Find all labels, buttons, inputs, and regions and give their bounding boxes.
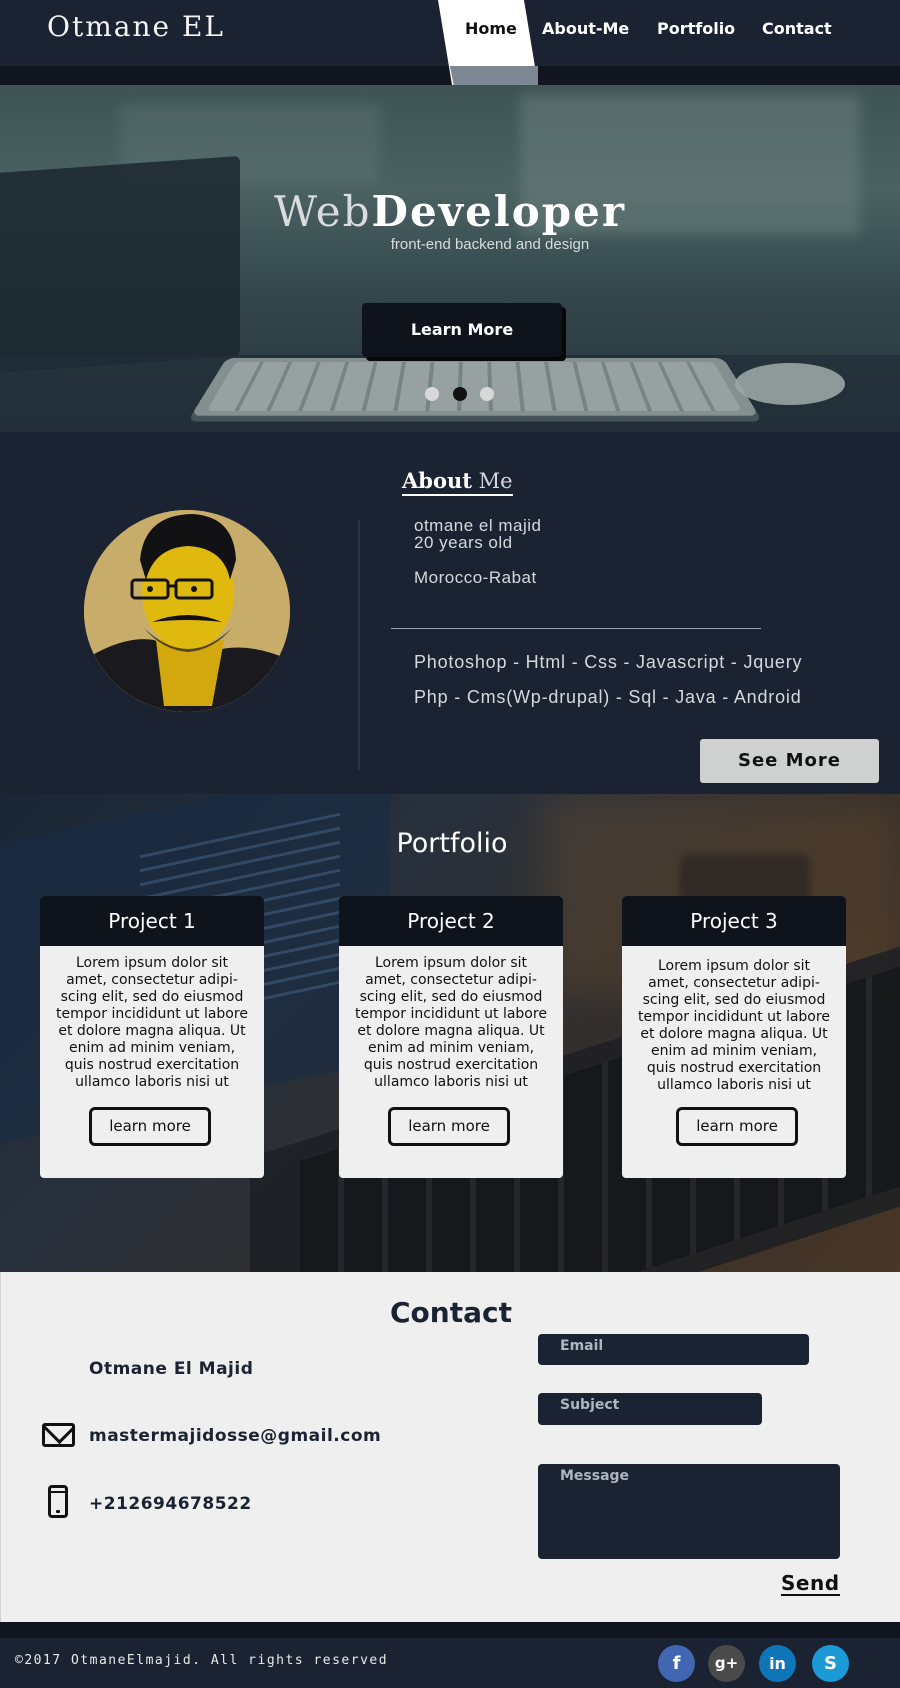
site-footer: ©2017 OtmaneElmajid. All rights reserved… — [0, 1638, 900, 1688]
contact-title: Contact — [390, 1296, 512, 1329]
see-more-button[interactable]: See More — [700, 739, 879, 783]
hero-title: WebDeveloper — [0, 187, 900, 236]
project-title: Project 3 — [622, 896, 846, 946]
project-description: Lorem ipsum dolor sit amet, consectetur … — [56, 955, 248, 1090]
project-learn-more-button[interactable]: learn more — [388, 1107, 510, 1146]
site-logo[interactable]: Otmane EL — [47, 10, 225, 43]
portfolio-title: Portfolio — [396, 828, 508, 859]
project-card-1: Project 1 Lorem ipsum dolor sit amet, co… — [40, 896, 264, 1178]
about-location: Morocco-Rabat — [414, 568, 537, 587]
project-learn-more-button[interactable]: learn more — [89, 1107, 211, 1146]
about-title-bold: About — [402, 468, 472, 493]
skype-icon[interactable]: S — [812, 1645, 849, 1682]
about-title: About Me — [402, 468, 513, 496]
nav-home[interactable]: Home — [465, 19, 517, 38]
project-description: Lorem ipsum dolor sit amet, consectetur … — [355, 955, 547, 1090]
nav-contact[interactable]: Contact — [762, 19, 832, 38]
skills-line-2: Php - Cms(Wp-drupal) - Sql - Java - Andr… — [414, 687, 802, 707]
carousel-dot-2[interactable] — [453, 387, 467, 401]
contact-phone[interactable]: +212694678522 — [89, 1494, 252, 1514]
mail-icon — [42, 1423, 75, 1447]
google-plus-icon[interactable]: g+ — [708, 1645, 745, 1682]
facebook-icon[interactable]: f — [658, 1645, 695, 1682]
portfolio-section: Portfolio Project 1 Lorem ipsum dolor si… — [0, 794, 900, 1272]
phone-icon — [48, 1485, 68, 1518]
about-title-light: Me — [471, 469, 513, 493]
contact-email[interactable]: mastermajidosse@gmail.com — [89, 1426, 381, 1446]
hero-subtitle: front-end backend and design — [390, 236, 590, 253]
footer-strip — [0, 1622, 900, 1638]
contact-name: Otmane El Majid — [89, 1359, 254, 1379]
copyright-text: ©2017 OtmaneElmajid. All rights reserved — [15, 1653, 389, 1668]
linkedin-icon[interactable]: in — [759, 1645, 796, 1682]
project-title: Project 2 — [339, 896, 563, 946]
hero-title-light: Web — [274, 187, 372, 236]
about-section: About Me otmane el majid 20 years old Mo… — [0, 432, 900, 794]
project-learn-more-button[interactable]: learn more — [676, 1107, 798, 1146]
hero-title-bold: Developer — [371, 187, 626, 236]
contact-section: Contact Otmane El Majid mastermajidosse@… — [0, 1272, 900, 1622]
nav-about-me[interactable]: About-Me — [542, 19, 629, 38]
about-age: 20 years old — [414, 533, 513, 552]
about-horizontal-divider — [391, 628, 761, 629]
carousel-dot-3[interactable] — [480, 387, 494, 401]
subject-field[interactable]: Subject — [538, 1393, 762, 1425]
message-field[interactable]: Message — [538, 1464, 840, 1559]
about-vertical-divider — [358, 520, 360, 770]
hero-banner: WebDeveloper front-end backend and desig… — [0, 85, 900, 432]
nav-portfolio[interactable]: Portfolio — [657, 19, 735, 38]
email-field[interactable]: Email — [538, 1334, 809, 1365]
project-title: Project 1 — [40, 896, 264, 946]
nav-active-indicator-shadow — [449, 66, 538, 85]
skills-line-1: Photoshop - Html - Css - Javascript - Jq… — [414, 652, 803, 672]
avatar — [84, 510, 290, 712]
carousel-dot-1[interactable] — [425, 387, 439, 401]
project-card-2: Project 2 Lorem ipsum dolor sit amet, co… — [339, 896, 563, 1178]
send-button[interactable]: Send — [781, 1572, 840, 1596]
project-description: Lorem ipsum dolor sit amet, consectetur … — [638, 958, 830, 1093]
learn-more-button[interactable]: Learn More — [362, 303, 562, 357]
project-card-3: Project 3 Lorem ipsum dolor sit amet, co… — [622, 896, 846, 1178]
